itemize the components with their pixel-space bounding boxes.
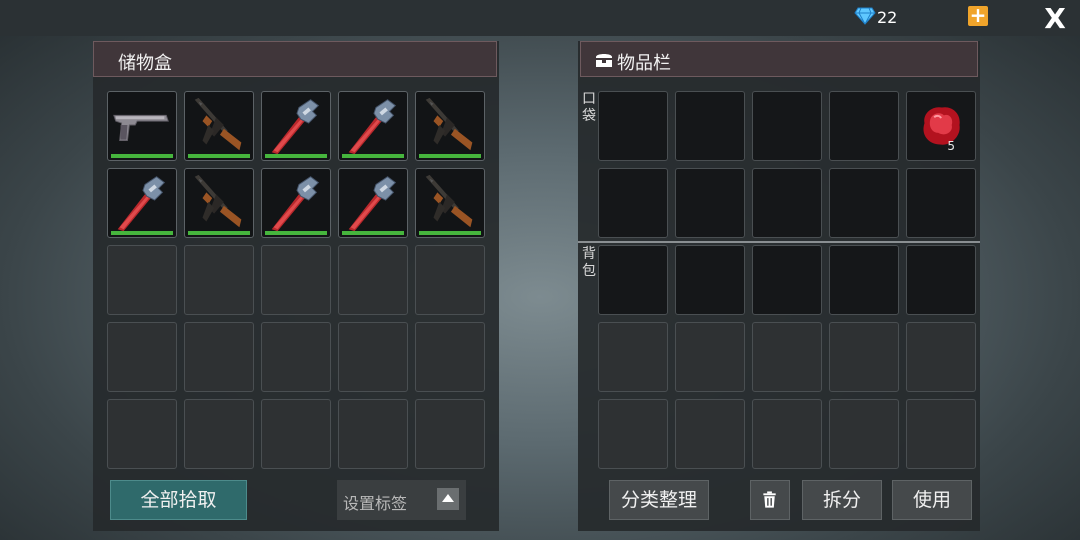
pistol-icon [108, 92, 176, 160]
empty-slot[interactable] [338, 322, 408, 392]
add-currency-button[interactable]: + [968, 5, 988, 26]
empty-slot[interactable] [752, 399, 822, 469]
assault-rifle-icon [185, 92, 253, 160]
red-gem-icon [907, 92, 975, 160]
empty-slot[interactable] [906, 168, 976, 238]
tag-selector[interactable]: 设置标签 [337, 480, 466, 520]
chest-icon [596, 54, 612, 67]
empty-slot[interactable] [261, 245, 331, 315]
top-bar [0, 0, 1080, 36]
empty-slot[interactable] [415, 245, 485, 315]
empty-slot[interactable] [829, 168, 899, 238]
close-button[interactable]: X [1040, 4, 1070, 34]
pipe-wrench-icon [108, 169, 176, 237]
pipe-wrench-icon [339, 169, 407, 237]
item-slot-assault-rifle[interactable] [415, 168, 485, 238]
empty-slot[interactable] [415, 399, 485, 469]
item-slot-pipe-wrench[interactable] [107, 168, 177, 238]
item-slot-pipe-wrench[interactable] [338, 91, 408, 161]
empty-slot[interactable] [107, 322, 177, 392]
gem-count: 22 [877, 8, 898, 27]
inventory-panel: 物品栏 口袋 背包 5 分类整理 拆分 使用 [578, 41, 980, 531]
empty-slot[interactable] [338, 245, 408, 315]
empty-slot[interactable] [107, 245, 177, 315]
item-slot-pipe-wrench[interactable] [338, 168, 408, 238]
durability-bar [188, 231, 250, 235]
empty-slot[interactable] [184, 322, 254, 392]
empty-slot[interactable] [752, 322, 822, 392]
empty-slot[interactable] [675, 91, 745, 161]
empty-slot[interactable] [415, 322, 485, 392]
empty-slot[interactable] [184, 399, 254, 469]
item-slot-pistol[interactable] [107, 91, 177, 161]
pipe-wrench-icon [262, 92, 330, 160]
durability-bar [342, 154, 404, 158]
empty-slot[interactable] [906, 245, 976, 315]
item-slot-pipe-wrench[interactable] [261, 91, 331, 161]
item-quantity: 5 [947, 139, 955, 153]
empty-slot[interactable] [675, 322, 745, 392]
durability-bar [111, 154, 173, 158]
empty-slot[interactable] [107, 399, 177, 469]
durability-bar [188, 154, 250, 158]
durability-bar [419, 231, 481, 235]
empty-slot[interactable] [752, 168, 822, 238]
durability-bar [111, 231, 173, 235]
durability-bar [265, 154, 327, 158]
inventory-title: 物品栏 [617, 53, 671, 74]
item-slot-assault-rifle[interactable] [184, 91, 254, 161]
empty-slot[interactable] [184, 245, 254, 315]
backpack-label: 背包 [582, 246, 596, 279]
pickup-all-button[interactable]: 全部拾取 [110, 480, 247, 520]
empty-slot[interactable] [598, 91, 668, 161]
item-slot-pipe-wrench[interactable] [261, 168, 331, 238]
pocket-label: 口袋 [582, 91, 596, 124]
sort-button[interactable]: 分类整理 [609, 480, 709, 520]
empty-slot[interactable] [261, 322, 331, 392]
empty-slot[interactable] [675, 399, 745, 469]
empty-slot[interactable] [829, 399, 899, 469]
empty-slot[interactable] [906, 399, 976, 469]
item-slot-assault-rifle[interactable] [184, 168, 254, 238]
pipe-wrench-icon [339, 92, 407, 160]
item-slot-assault-rifle[interactable] [415, 91, 485, 161]
empty-slot[interactable] [906, 322, 976, 392]
empty-slot[interactable] [752, 245, 822, 315]
trash-button[interactable] [750, 480, 790, 520]
trash-icon [763, 491, 776, 508]
durability-bar [419, 154, 481, 158]
empty-slot[interactable] [829, 322, 899, 392]
inventory-header: 物品栏 [580, 41, 978, 77]
assault-rifle-icon [185, 169, 253, 237]
empty-slot[interactable] [675, 168, 745, 238]
use-button[interactable]: 使用 [892, 480, 972, 520]
empty-slot[interactable] [598, 399, 668, 469]
durability-bar [342, 231, 404, 235]
durability-bar [265, 231, 327, 235]
empty-slot[interactable] [598, 168, 668, 238]
empty-slot[interactable] [338, 399, 408, 469]
assault-rifle-icon [416, 92, 484, 160]
pipe-wrench-icon [262, 169, 330, 237]
split-button[interactable]: 拆分 [802, 480, 882, 520]
diamond-icon [854, 7, 876, 25]
empty-slot[interactable] [829, 245, 899, 315]
empty-slot[interactable] [598, 322, 668, 392]
tag-label: 设置标签 [343, 494, 408, 513]
empty-slot[interactable] [261, 399, 331, 469]
section-divider [578, 241, 980, 243]
storage-header: 储物盒 [93, 41, 497, 77]
assault-rifle-icon [416, 169, 484, 237]
empty-slot[interactable] [752, 91, 822, 161]
empty-slot[interactable] [598, 245, 668, 315]
empty-slot[interactable] [829, 91, 899, 161]
storage-panel: 储物盒 全部拾取 设置标签 [93, 41, 499, 531]
empty-slot[interactable] [675, 245, 745, 315]
tag-dropdown-up-icon[interactable] [437, 488, 459, 510]
item-slot-red-gem[interactable]: 5 [906, 91, 976, 161]
storage-title: 储物盒 [118, 53, 172, 74]
